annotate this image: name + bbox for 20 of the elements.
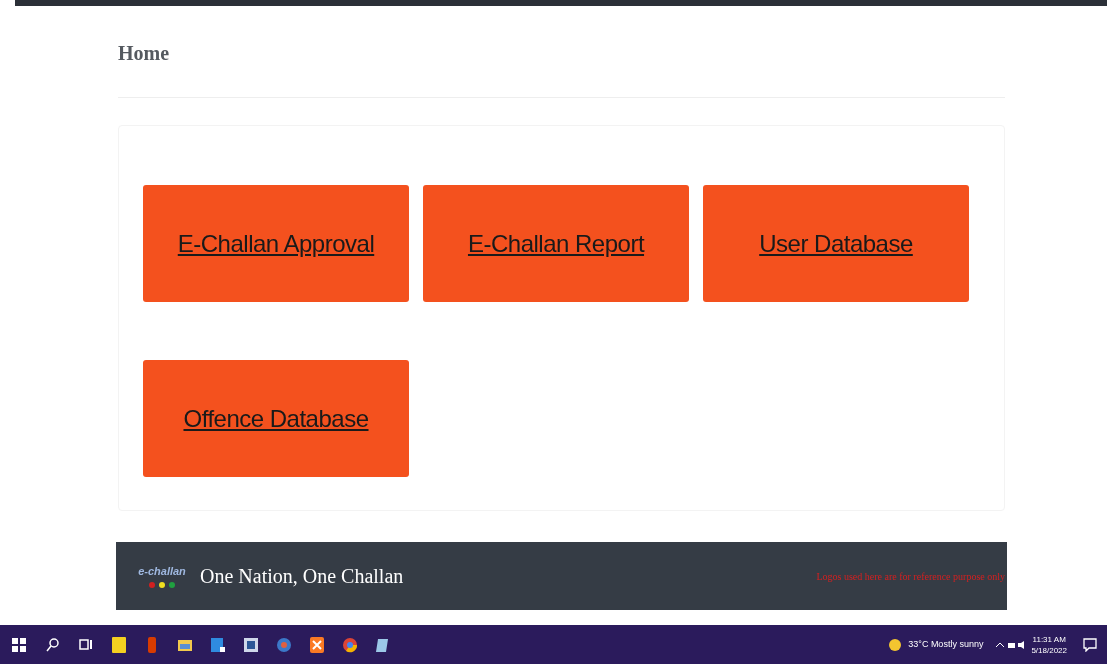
clock-date[interactable]: 5/18/2022 [1031, 644, 1067, 656]
menu-tile[interactable]: Offence Database [143, 360, 409, 477]
browser-icon[interactable] [342, 636, 358, 653]
task-view-icon[interactable] [78, 636, 94, 653]
document-icon[interactable] [243, 636, 259, 653]
app-icon[interactable] [309, 636, 325, 653]
search-icon[interactable] [45, 636, 61, 653]
footer-tagline: One Nation, One Challan [200, 564, 404, 589]
menu-tile[interactable]: E-Challan Report [423, 185, 689, 302]
notification-icon[interactable] [1083, 637, 1097, 652]
footer-notice: Logos used here are for reference purpose only [816, 569, 1005, 584]
menu-tile[interactable]: User Database [703, 185, 969, 302]
app-icon[interactable] [210, 636, 226, 653]
menu-tile[interactable]: E-Challan Approval [143, 185, 409, 302]
start-icon[interactable] [12, 637, 26, 652]
clock-time[interactable]: 11:31 AM [1032, 633, 1066, 645]
sun-icon[interactable] [888, 637, 903, 652]
weather-text[interactable]: 33°C Mostly sunny [908, 637, 984, 652]
tray-icons[interactable] [995, 639, 1026, 650]
page-title: Home [118, 41, 171, 66]
